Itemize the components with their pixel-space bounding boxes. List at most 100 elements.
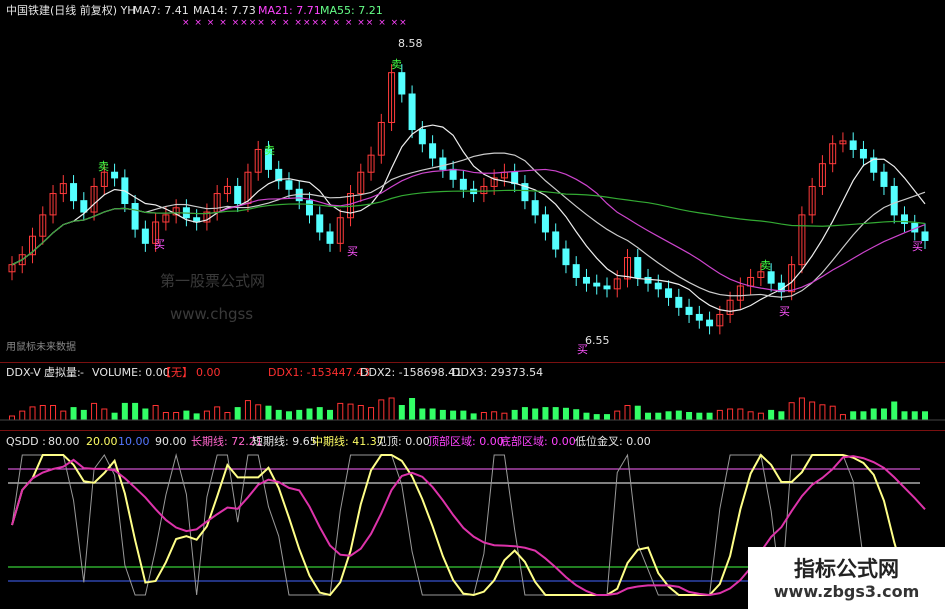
sell-signal: 卖 [98, 160, 109, 173]
ddx-bar [39, 405, 46, 421]
candle-body [326, 231, 334, 244]
ddx-bar [60, 410, 67, 421]
ddx-bar [173, 412, 180, 421]
ddx-bar [91, 402, 98, 421]
ddx-bar [880, 408, 887, 421]
ddx3-value: DDX3: 29373.54 [452, 366, 544, 379]
ddx-bar [152, 405, 159, 421]
candle-body [234, 185, 242, 205]
candle-body [398, 72, 406, 95]
ddx-bar [193, 413, 200, 421]
ddx-bar [624, 405, 631, 421]
qsdd-indicator-name[interactable]: QSDD : [6, 435, 46, 448]
ddx-bar [778, 411, 785, 421]
ma7-value: MA7: 7.41 [133, 4, 189, 17]
buy-signal: 买 [577, 343, 588, 356]
ddx-bar [347, 403, 354, 421]
ddx-bar [419, 408, 426, 421]
ddx-bar [809, 401, 816, 421]
top-zone-value: 顶部区域: 0.00 [428, 435, 504, 448]
none-box-label: 【无】 [160, 366, 193, 379]
ddx-bar [665, 411, 672, 421]
ddx-bar [121, 402, 128, 421]
ddx-bar [327, 409, 334, 421]
ddx-bar [183, 410, 190, 421]
buy-signal: 买 [779, 305, 790, 318]
brand-overlay: 指标公式网 www.zbgs3.com [748, 547, 945, 609]
ddx-bar [224, 412, 231, 421]
ddx-bar [706, 412, 713, 421]
candle-body [285, 180, 293, 190]
candle-body [429, 143, 437, 159]
ddx-bar [727, 408, 734, 421]
watermark-text: 第一股票公式网 [160, 272, 266, 290]
brand-url: www.zbgs3.com [773, 582, 920, 601]
candle-body [531, 200, 539, 216]
future-data-note: 用鼠标未来数据 [6, 342, 76, 353]
ddx-indicator-name[interactable]: DDX-V [6, 366, 41, 379]
candle-body [880, 171, 888, 187]
buy-signal: 买 [912, 240, 923, 253]
sell-signal: 卖 [264, 144, 275, 157]
candle-body [593, 282, 601, 287]
candle-body [603, 285, 611, 290]
ddx-bar [388, 397, 395, 421]
ddx-bar [593, 414, 600, 421]
ddx-bar [470, 413, 477, 421]
qsdd-level-10: 10.00 [118, 435, 150, 448]
ddx-bar [819, 404, 826, 421]
ddx-bar [583, 412, 590, 421]
ddx-bar [70, 407, 77, 421]
ddx-bar [839, 414, 846, 421]
ddx-bar [296, 409, 303, 421]
ddx-bar [911, 411, 918, 421]
candle-body [634, 257, 642, 278]
ddx-bar [696, 412, 703, 421]
candle-body [572, 264, 580, 278]
ddx-bar [532, 408, 539, 421]
ddx-bar [234, 407, 241, 421]
ddx-bar [501, 412, 508, 421]
ddx-bar [675, 410, 682, 421]
candle-body [644, 276, 652, 284]
chart-canvas[interactable] [0, 0, 945, 609]
ddx-bar [368, 407, 375, 421]
ddx-bar [521, 407, 528, 421]
low-price-label: 6.55 [585, 334, 610, 347]
ddx-bar [573, 409, 580, 421]
ddx-bar [439, 409, 446, 421]
ma21-value: MA21: 7.71 [258, 4, 321, 17]
candle-body [141, 228, 149, 244]
candle-body [695, 313, 703, 321]
ddx-bar [901, 411, 908, 421]
buy-signal: 买 [154, 238, 165, 251]
volume-value: VOLUME: 0.00 [92, 366, 170, 379]
candle-body [511, 171, 519, 185]
candle-body [316, 214, 324, 233]
ddx-bar [798, 397, 805, 421]
ddx-bar [244, 400, 251, 421]
ddx-bar [891, 401, 898, 421]
ddx-bar [101, 408, 108, 421]
candle-body [70, 183, 78, 202]
candle-body [111, 171, 119, 179]
ddx-bar [788, 402, 795, 421]
ddx-bar [614, 410, 621, 421]
ddx-bar [829, 405, 836, 421]
ddx-bar [316, 407, 323, 421]
ddx-bar [285, 411, 292, 421]
ddx-bar [306, 408, 313, 421]
candle-body [890, 185, 898, 216]
ddx-bar [480, 412, 487, 421]
ddx-bar [737, 408, 744, 421]
ddx-bar [511, 409, 518, 421]
candle-body [459, 178, 467, 190]
ddx-bar [409, 398, 416, 421]
candle-body [408, 93, 416, 131]
ddx-bar [80, 409, 87, 421]
ddx-bar [634, 405, 641, 421]
ddx-bar [378, 399, 385, 421]
candle-body [706, 319, 714, 327]
ddx-bar [162, 412, 169, 421]
ddx-bar [645, 412, 652, 421]
